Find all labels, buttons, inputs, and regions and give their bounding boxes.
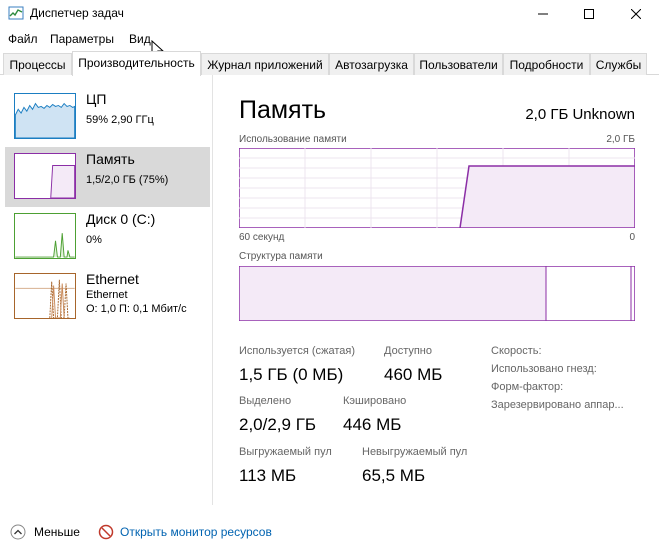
- ethernet-sub1: Ethernet: [86, 289, 128, 301]
- ethernet-sub2: О: 1,0 П: 0,1 Мбит/с: [86, 303, 187, 315]
- paged-pool-value: 113 МБ: [239, 466, 297, 485]
- usage-max: 2,0 ГБ: [606, 134, 635, 145]
- open-resource-monitor-link[interactable]: Открыть монитор ресурсов: [98, 522, 272, 542]
- tab-performance[interactable]: Производительность: [72, 51, 201, 76]
- disk-name: Диск 0 (C:): [86, 211, 156, 227]
- structure-label: Структура памяти: [239, 251, 323, 262]
- fewer-details-label: Меньше: [34, 525, 80, 539]
- memory-usage-area: [459, 165, 635, 228]
- memory-thumbnail: [14, 153, 76, 199]
- app-icon: [8, 6, 24, 20]
- detail-title: Память: [239, 96, 327, 124]
- maximize-button[interactable]: [566, 0, 612, 28]
- resource-list: ЦП 59% 2,90 ГГц Память 1,5/2,0 ГБ (75%) …: [0, 75, 213, 505]
- menu-options[interactable]: Параметры: [50, 32, 114, 46]
- resource-monitor-icon: [98, 524, 114, 540]
- nonpaged-pool-value: 65,5 МБ: [362, 466, 426, 485]
- chevron-up-icon: [10, 524, 26, 540]
- usage-label: Использование памяти: [239, 134, 347, 145]
- resource-cpu[interactable]: ЦП 59% 2,90 ГГц: [5, 87, 210, 147]
- cpu-thumbnail: [14, 93, 76, 139]
- detail-total: 2,0 ГБ Unknown: [525, 106, 635, 123]
- minimize-button[interactable]: [520, 0, 566, 28]
- resource-ethernet[interactable]: Ethernet Ethernet О: 1,0 П: 0,1 Мбит/с: [5, 267, 210, 327]
- tab-users[interactable]: Пользователи: [414, 53, 503, 75]
- footer-bar: Меньше Открыть монитор ресурсов: [0, 517, 659, 547]
- speed-label: Скорость:: [491, 345, 542, 357]
- tab-details[interactable]: Подробности: [503, 53, 590, 75]
- nonpaged-pool-label: Невыгружаемый пул: [362, 446, 468, 458]
- minimize-icon: [538, 13, 548, 15]
- menu-file[interactable]: Файл: [8, 32, 38, 46]
- structure-in-use: [240, 267, 546, 320]
- close-icon: [631, 9, 641, 19]
- in-use-value: 1,5 ГБ (0 МБ): [239, 365, 344, 384]
- form-factor-label: Форм-фактор:: [491, 381, 564, 393]
- in-use-label: Используется (сжатая): [239, 345, 356, 357]
- maximize-icon: [584, 9, 594, 19]
- resource-monitor-label: Открыть монитор ресурсов: [120, 525, 272, 539]
- tab-processes[interactable]: Процессы: [3, 53, 72, 75]
- task-manager-window: Диспетчер задач Файл Параметры Вид Проце…: [0, 0, 659, 556]
- cpu-sub: 59% 2,90 ГГц: [86, 114, 154, 126]
- ethernet-thumbnail: [14, 273, 76, 319]
- time-right-label: 0: [629, 232, 635, 243]
- paged-pool-label: Выгружаемый пул: [239, 446, 332, 458]
- disk-thumbnail: [14, 213, 76, 259]
- ethernet-name: Ethernet: [86, 271, 139, 287]
- resource-memory[interactable]: Память 1,5/2,0 ГБ (75%): [5, 147, 210, 207]
- fewer-details-button[interactable]: Меньше: [10, 522, 80, 542]
- available-value: 460 МБ: [384, 365, 443, 384]
- tab-startup[interactable]: Автозагрузка: [329, 53, 414, 75]
- disk-sub: 0%: [86, 234, 102, 246]
- memory-name: Память: [86, 151, 135, 167]
- cached-value: 446 МБ: [343, 415, 402, 434]
- memory-sub: 1,5/2,0 ГБ (75%): [86, 174, 169, 186]
- menu-view[interactable]: Вид: [129, 32, 151, 46]
- tab-services[interactable]: Службы: [590, 53, 647, 75]
- title-bar: Диспетчер задач: [0, 0, 659, 28]
- resource-disk[interactable]: Диск 0 (C:) 0%: [5, 207, 210, 267]
- committed-label: Выделено: [239, 395, 292, 407]
- memory-structure-bar: [239, 266, 635, 321]
- reserved-label: Зарезервировано аппар...: [491, 399, 624, 411]
- memory-usage-graph: [239, 148, 635, 228]
- time-left-label: 60 секунд: [239, 232, 285, 243]
- tab-app-history[interactable]: Журнал приложений: [201, 53, 329, 75]
- committed-value: 2,0/2,9 ГБ: [239, 415, 317, 434]
- memory-detail-panel: Память 2,0 ГБ Unknown Использование памя…: [214, 75, 659, 505]
- tab-strip: Процессы Производительность Журнал прило…: [0, 51, 659, 76]
- available-label: Доступно: [384, 345, 433, 357]
- cached-label: Кэшировано: [343, 395, 407, 407]
- window-title: Диспетчер задач: [30, 6, 124, 20]
- close-button[interactable]: [613, 0, 659, 28]
- slots-label: Использовано гнезд:: [491, 363, 597, 375]
- cpu-name: ЦП: [86, 91, 107, 107]
- menu-bar: Файл Параметры Вид: [0, 28, 659, 60]
